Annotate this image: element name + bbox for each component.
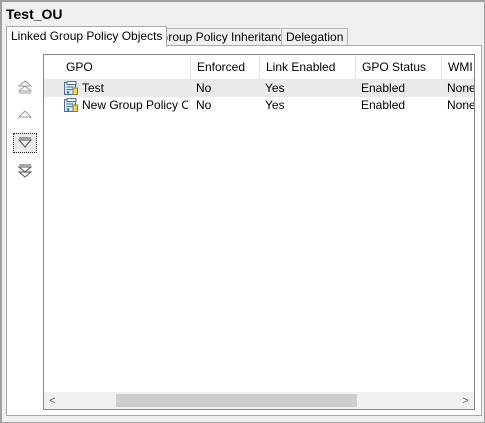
wmi-value: None <box>447 98 475 112</box>
page-title: Test_OU <box>6 6 63 22</box>
scroll-thumb[interactable] <box>116 394 357 407</box>
list-header: GPO Enforced Link Enabled GPO Status WMI <box>44 55 474 80</box>
column-header-wmi[interactable]: WMI <box>442 55 474 79</box>
tab-delegation[interactable]: Delegation <box>281 28 349 46</box>
gpo-icon <box>64 81 78 95</box>
gpo-status-value: Enabled <box>361 81 406 95</box>
link-enabled-value: Yes <box>265 98 285 112</box>
gpo-status-value: Enabled <box>361 98 406 112</box>
column-header-gpo[interactable]: GPO <box>44 55 191 79</box>
window-frame-top <box>0 0 485 2</box>
gpo-name: New Group Policy O... <box>82 98 188 112</box>
move-to-top-icon <box>17 80 33 94</box>
gpo-icon <box>64 98 78 112</box>
move-down-icon <box>17 137 33 148</box>
move-to-bottom-button[interactable] <box>13 161 37 181</box>
tab-gp-inheritance[interactable]: Group Policy Inheritance <box>154 28 296 46</box>
horizontal-scrollbar[interactable]: < > <box>44 392 474 409</box>
column-header-gpo-status[interactable]: GPO Status <box>356 55 442 79</box>
window-frame-left <box>0 0 2 423</box>
table-row[interactable]: New Group Policy O... No Yes Enabled Non… <box>44 97 474 114</box>
table-row[interactable]: Test No Yes Enabled None <box>44 80 474 97</box>
move-to-top-button[interactable] <box>13 77 37 97</box>
move-to-bottom-icon <box>17 164 33 178</box>
move-up-icon <box>17 110 33 118</box>
link-enabled-value: Yes <box>265 81 285 95</box>
linked-gpo-list[interactable]: GPO Enforced Link Enabled GPO Status WMI… <box>43 54 475 410</box>
wmi-value: None <box>447 81 475 95</box>
gpo-name: Test <box>82 81 105 95</box>
scroll-right-button[interactable]: > <box>457 392 474 409</box>
scroll-left-button[interactable]: < <box>44 392 61 409</box>
enforced-value: No <box>196 81 212 95</box>
column-header-enforced[interactable]: Enforced <box>191 55 260 79</box>
move-down-button[interactable] <box>13 133 37 153</box>
tab-linked-gpos[interactable]: Linked Group Policy Objects <box>6 26 168 47</box>
move-up-button[interactable] <box>13 104 37 124</box>
enforced-value: No <box>196 98 212 112</box>
column-header-link-enabled[interactable]: Link Enabled <box>260 55 356 79</box>
